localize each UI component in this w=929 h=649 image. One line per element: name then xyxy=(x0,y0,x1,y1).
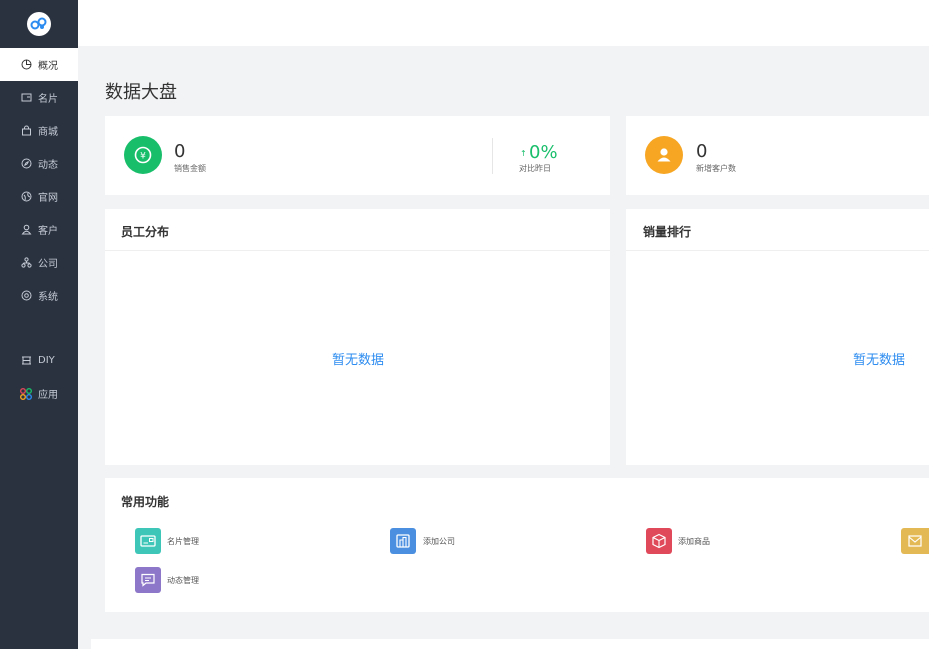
logo[interactable] xyxy=(0,0,78,48)
top-bar xyxy=(78,0,929,46)
box-icon xyxy=(646,528,672,554)
sales-stat-card: ¥ 0 销售金额 ↑ 0% 对比昨日 xyxy=(105,116,610,195)
function-label: 添加商品 xyxy=(678,537,710,546)
empty-state: 暂无数据 xyxy=(332,353,385,368)
staff-distribution-card: 员工分布 暂无数据 xyxy=(105,209,610,465)
common-functions-card: 常用功能 名片管理 添加公司 添加商品 动态管理 xyxy=(105,478,929,612)
card-title: 常用功能 xyxy=(121,495,170,509)
customers-stat-card: 0 新增客户数 xyxy=(626,116,929,195)
card-icon xyxy=(135,528,161,554)
sidebar-item-system[interactable]: 系统 xyxy=(0,279,78,312)
sidebar-item-label: 商城 xyxy=(38,127,58,138)
sidebar-item-label: 官网 xyxy=(38,193,58,204)
sidebar-item-label: 客户 xyxy=(38,226,58,237)
sidebar: 概况 名片 商城 动态 官网 客户 公司 系统 DIY 应用 xyxy=(0,0,78,649)
mail-icon xyxy=(901,528,929,554)
diy-icon xyxy=(20,355,32,367)
card-title: 员工分布 xyxy=(121,225,170,239)
up-arrow-icon: ↑ xyxy=(520,149,527,158)
apps-icon xyxy=(20,387,32,400)
building-icon xyxy=(390,528,416,554)
sales-change-label: 对比昨日 xyxy=(519,164,551,173)
globe-icon xyxy=(20,191,32,203)
message-icon xyxy=(135,567,161,593)
card-icon xyxy=(20,92,32,104)
sidebar-item-label: 系统 xyxy=(38,292,58,303)
sales-label: 销售金额 xyxy=(174,164,206,173)
gear-icon xyxy=(20,290,32,302)
sidebar-item-diy[interactable]: DIY xyxy=(0,344,78,377)
sidebar-item-apps[interactable]: 应用 xyxy=(0,377,78,410)
sidebar-item-company[interactable]: 公司 xyxy=(0,246,78,279)
empty-state: 暂无数据 xyxy=(853,353,906,368)
yuan-icon: ¥ xyxy=(124,136,162,174)
shop-icon xyxy=(20,125,32,137)
svg-text:¥: ¥ xyxy=(140,152,146,162)
sidebar-item-card[interactable]: 名片 xyxy=(0,81,78,114)
sidebar-item-shop[interactable]: 商城 xyxy=(0,114,78,147)
sidebar-item-overview[interactable]: 概况 xyxy=(0,48,78,81)
sidebar-item-label: DIY xyxy=(38,355,55,366)
sales-value: 0 xyxy=(174,141,186,162)
logo-icon xyxy=(27,12,51,36)
customers-value: 0 xyxy=(696,141,708,162)
pie-chart-icon xyxy=(20,59,32,71)
sidebar-item-label: 应用 xyxy=(38,390,58,401)
sidebar-item-label: 概况 xyxy=(38,61,58,72)
user-icon xyxy=(20,224,32,236)
sidebar-item-customers[interactable]: 客户 xyxy=(0,213,78,246)
divider xyxy=(626,250,929,251)
sidebar-item-label: 公司 xyxy=(38,259,58,270)
sidebar-item-label: 动态 xyxy=(38,160,58,171)
divider xyxy=(105,250,610,251)
customers-label: 新增客户数 xyxy=(696,164,736,173)
function-label: 添加公司 xyxy=(423,537,455,546)
compass-icon xyxy=(20,158,32,170)
sidebar-item-label: 名片 xyxy=(38,94,58,105)
org-icon xyxy=(20,257,32,269)
function-label: 动态管理 xyxy=(167,576,199,585)
sidebar-item-website[interactable]: 官网 xyxy=(0,180,78,213)
function-label: 名片管理 xyxy=(167,537,199,546)
user-avatar-icon xyxy=(645,136,683,174)
card-title: 销量排行 xyxy=(643,225,692,239)
sales-change: 0% xyxy=(529,142,558,163)
page-title: 数据大盘 xyxy=(105,82,177,103)
sidebar-item-dynamics[interactable]: 动态 xyxy=(0,147,78,180)
sales-ranking-card: 销量排行 暂无数据 xyxy=(626,209,929,465)
bottom-card xyxy=(91,639,929,649)
divider xyxy=(492,138,493,174)
